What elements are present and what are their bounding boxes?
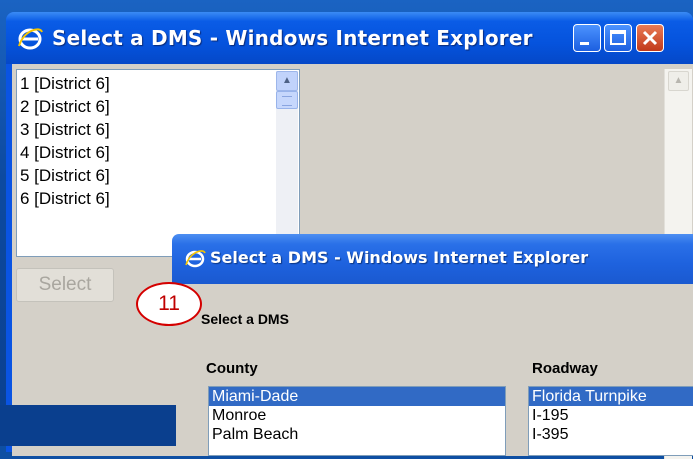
chevron-up-icon: ▲: [673, 75, 684, 86]
ie-logo-icon: [18, 28, 43, 50]
county-label: County: [206, 360, 258, 377]
chevron-up-icon: ▲: [282, 75, 292, 86]
page-scroll-up-button[interactable]: ▲: [668, 71, 689, 91]
minimize-button[interactable]: [573, 24, 601, 52]
grip-icon: [282, 96, 292, 106]
close-icon: [642, 30, 658, 46]
list-item[interactable]: 2 [District 6]: [19, 95, 267, 118]
county-option[interactable]: Palm Beach: [209, 425, 505, 444]
title-bar-front[interactable]: Select a DMS - Windows Internet Explorer: [172, 234, 693, 284]
roadway-option[interactable]: I-195: [529, 406, 693, 425]
title-bar[interactable]: Select a DMS - Windows Internet Explorer: [6, 12, 693, 64]
listbox-scrollbar[interactable]: ▲ ▼: [276, 71, 298, 255]
list-item[interactable]: 3 [District 6]: [19, 118, 267, 141]
window-title: Select a DMS - Windows Internet Explorer: [52, 26, 533, 50]
scroll-up-button[interactable]: ▲: [276, 71, 298, 91]
window-title: Select a DMS - Windows Internet Explorer: [210, 248, 589, 267]
close-button[interactable]: [636, 24, 664, 52]
roadway-option[interactable]: Florida Turnpike: [529, 387, 693, 406]
list-item[interactable]: 6 [District 6]: [19, 187, 267, 210]
list-item[interactable]: 1 [District 6]: [19, 72, 267, 95]
select-button[interactable]: Select: [16, 268, 114, 302]
step-number-badge: 11: [136, 282, 202, 326]
roadway-option[interactable]: I-395: [529, 425, 693, 444]
roadway-label: Roadway: [532, 360, 598, 377]
dms-list-items: 1 [District 6] 2 [District 6] 3 [Distric…: [19, 72, 267, 210]
list-item[interactable]: 5 [District 6]: [19, 164, 267, 187]
county-option[interactable]: Miami-Dade: [209, 387, 505, 406]
maximize-button[interactable]: [604, 24, 632, 52]
list-item[interactable]: 4 [District 6]: [19, 141, 267, 164]
ie-logo-icon: [185, 250, 206, 268]
county-option[interactable]: Monroe: [209, 406, 505, 425]
minimize-icon: [580, 42, 589, 45]
scroll-thumb[interactable]: [276, 91, 298, 109]
dms-window-front: Select a DMS - Windows Internet Explorer…: [172, 234, 693, 456]
maximize-icon: [610, 30, 626, 45]
dialog-heading: Select a DMS: [201, 311, 289, 327]
dms-listbox[interactable]: 1 [District 6] 2 [District 6] 3 [Distric…: [16, 69, 300, 257]
dialog-client-area: Select a DMS County Roadway Miami-Dade M…: [176, 284, 693, 456]
